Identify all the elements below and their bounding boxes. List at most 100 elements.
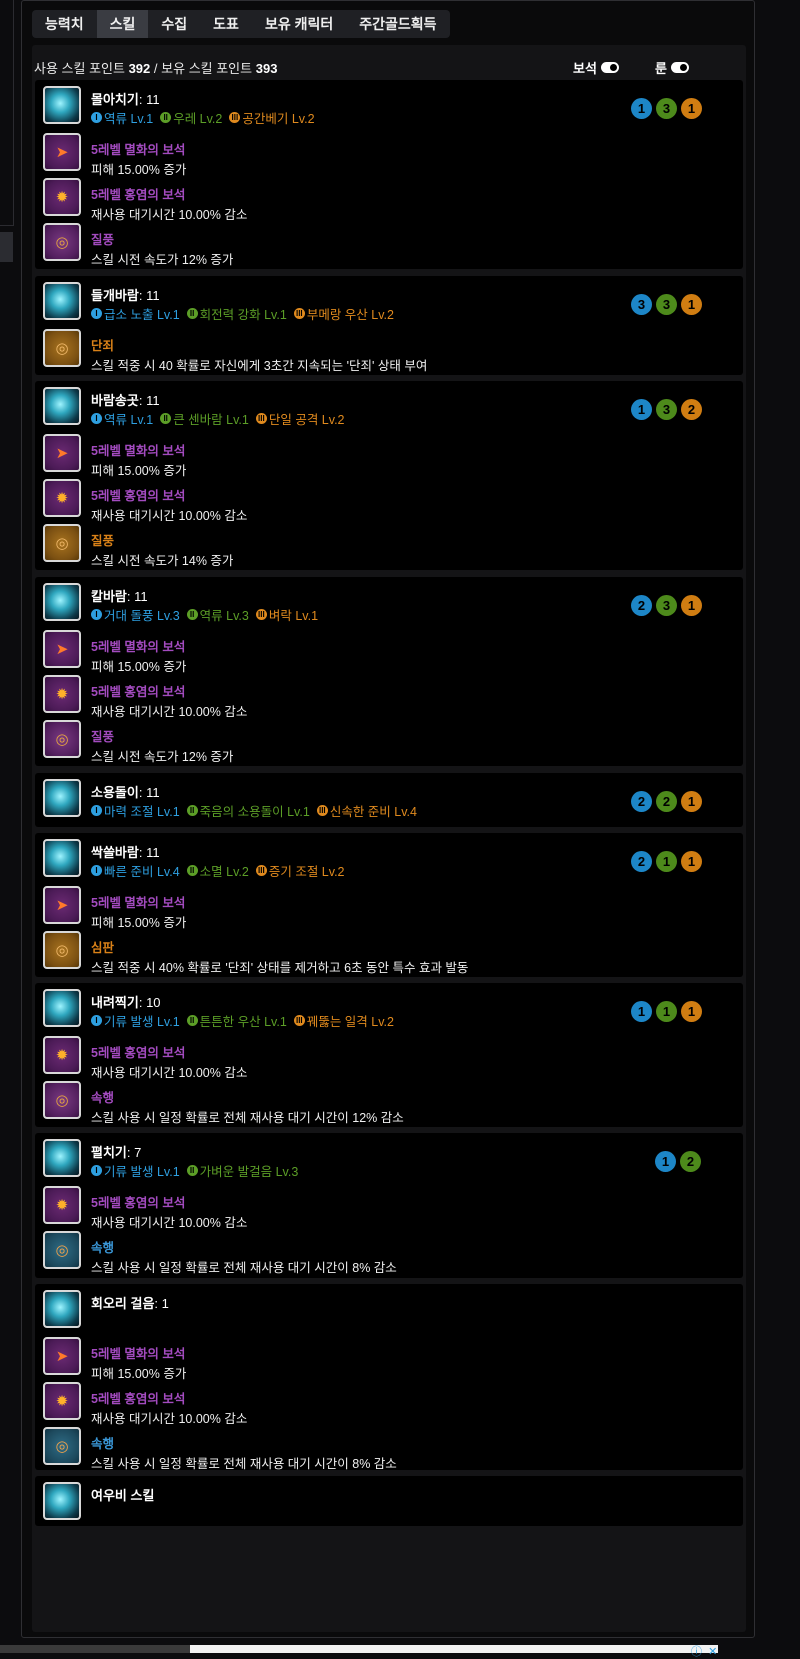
rune-toggle-group[interactable]: 룬 [655,58,689,77]
skill-card: 소용돌이: 11 I 마력 조절 Lv.1 II 죽음의 소용돌이 Lv.1 III 신속한… [35,773,743,827]
tripod: I 급소 노출 Lv.1 [91,304,180,323]
gem-icon[interactable]: ✹ [43,675,81,713]
rune-glyph-icon: ◎ [55,535,69,552]
tab-bar: 능력치 스킬 수집 도표 보유 캐릭터 주간골드획득 [32,10,450,38]
owned-points-value: 393 [255,61,278,76]
skill-icon[interactable] [43,989,81,1027]
rune-icon[interactable]: ◎ [43,524,81,562]
gem-toggle-label: 보석 [573,61,597,76]
skill-name: 싹쓸바람: 11 [91,842,160,861]
tripod-label: 역류 Lv.1 [104,112,154,126]
gem-icon[interactable]: ✹ [43,1382,81,1420]
skill-icon[interactable] [43,387,81,425]
gem-icon[interactable]: ➤ [43,1337,81,1375]
item-title: 5레벨 홍염의 보석 [91,1046,186,1060]
gem-glyph-icon: ✹ [55,490,69,507]
tripod-circle: 1 [655,1151,676,1172]
gem-icon[interactable]: ➤ [43,630,81,668]
tab-2[interactable]: 스킬 [96,10,149,38]
skill-icon[interactable] [43,1139,81,1177]
tripod-circle: 3 [631,294,652,315]
tripod-tier-badge: II [186,865,198,876]
tripod-circles: 111 [631,1001,702,1022]
item-title: 5레벨 홍염의 보석 [91,1196,186,1210]
skill-name: 여우비 스킬 [91,1485,154,1504]
tripod-circle: 1 [631,98,652,119]
info-icon[interactable]: ⓘ [691,1646,702,1658]
tripod-tier-badge: III [293,308,305,319]
tripod-tier-badge: III [316,805,328,816]
skill-name-text: 들개바람 [91,288,139,303]
gem-icon[interactable]: ➤ [43,886,81,924]
item-description: 스킬 적중 시 40% 확률로 '단죄' 상태를 제거하고 6초 동안 특수 효… [91,961,469,975]
tripod-circle: 2 [631,595,652,616]
skill-name: 몰아치기: 11 [91,89,160,108]
tripod-circles: 331 [631,294,702,315]
gem-icon[interactable]: ➤ [43,133,81,171]
tripod-circle: 3 [656,399,677,420]
tab-3[interactable]: 수집 [148,10,200,38]
item-description: 재사용 대기시간 10.00% 감소 [91,705,248,719]
gem-icon[interactable]: ✹ [43,178,81,216]
tripod: I 역류 Lv.1 [91,108,153,127]
tripod-tier-badge: III [255,413,267,424]
gem-icon[interactable]: ✹ [43,1186,81,1224]
tripod-circle: 2 [631,791,652,812]
skill-name-text: 회오리 걸음 [91,1296,155,1311]
skill-name: 펼치기: 7 [91,1142,141,1161]
tripod: III 부메랑 우산 Lv.2 [293,304,394,323]
rune-icon[interactable]: ◎ [43,1081,81,1119]
rune-toggle[interactable] [670,62,689,73]
tripod-label: 튼튼한 우산 Lv.1 [199,1015,287,1029]
tripod-circle: 2 [680,1151,701,1172]
rune-icon[interactable]: ◎ [43,329,81,367]
tripod: II 소멸 Lv.2 [186,861,249,880]
close-icon[interactable]: ✕ [708,1646,717,1658]
rune-icon[interactable]: ◎ [43,223,81,261]
gem-icon[interactable]: ✹ [43,1036,81,1074]
tripod-label: 벼락 Lv.1 [268,609,319,623]
bottom-scrollbar [0,1645,190,1653]
tripod-tier-badge: I [91,112,102,123]
tripod-tier-badge: I [91,413,102,424]
skill-card: 여우비 스킬 [35,1476,743,1526]
item-title: 속행 [91,1091,115,1105]
tripod-tier-badge: II [186,805,198,816]
item-description: 재사용 대기시간 10.00% 감소 [91,1216,248,1230]
skill-level: : 11 [138,288,160,303]
gem-toggle-group[interactable]: 보석 [573,58,619,77]
skill-icon[interactable] [43,86,81,124]
ad-controls[interactable]: ⓘ ✕ [691,1643,717,1659]
gem-icon[interactable]: ➤ [43,434,81,472]
skill-icon[interactable] [43,839,81,877]
gem-glyph-icon: ✹ [55,1197,69,1214]
skill-name: 칼바람: 11 [91,586,148,605]
tripod-label: 부메랑 우산 Lv.2 [306,308,394,322]
tripod-tier-badge: III [255,865,267,876]
skill-icon[interactable] [43,1290,81,1328]
rune-icon[interactable]: ◎ [43,1427,81,1465]
tripod: I 역류 Lv.1 [91,409,153,428]
tab-4[interactable]: 도표 [200,10,252,38]
skill-icon[interactable] [43,779,81,817]
tab-1[interactable]: 능력치 [32,10,97,38]
rune-icon[interactable]: ◎ [43,720,81,758]
tab-5[interactable]: 보유 캐릭터 [252,10,346,38]
skill-icon[interactable] [43,282,81,320]
tripod-circle: 1 [631,399,652,420]
tripod-circles: 211 [631,851,702,872]
tripod: III 꿰뚫는 일격 Lv.2 [293,1011,394,1030]
rune-icon[interactable]: ◎ [43,931,81,969]
rune-glyph-icon: ◎ [55,234,69,251]
skill-icon[interactable] [43,1482,81,1520]
skill-icon[interactable] [43,583,81,621]
skill-level: : 7 [126,1145,142,1160]
tripod-label: 기류 발생 Lv.1 [104,1165,180,1179]
tripod-circle: 2 [681,399,702,420]
gem-icon[interactable]: ✹ [43,479,81,517]
rune-icon[interactable]: ◎ [43,1231,81,1269]
tab-6[interactable]: 주간골드획득 [346,10,449,38]
item-title: 질풍 [91,534,115,548]
skill-panel: 능력치 스킬 수집 도표 보유 캐릭터 주간골드획득 사용 스킬 포인트 392 / 보유… [21,0,755,1638]
gem-toggle[interactable] [600,62,619,73]
